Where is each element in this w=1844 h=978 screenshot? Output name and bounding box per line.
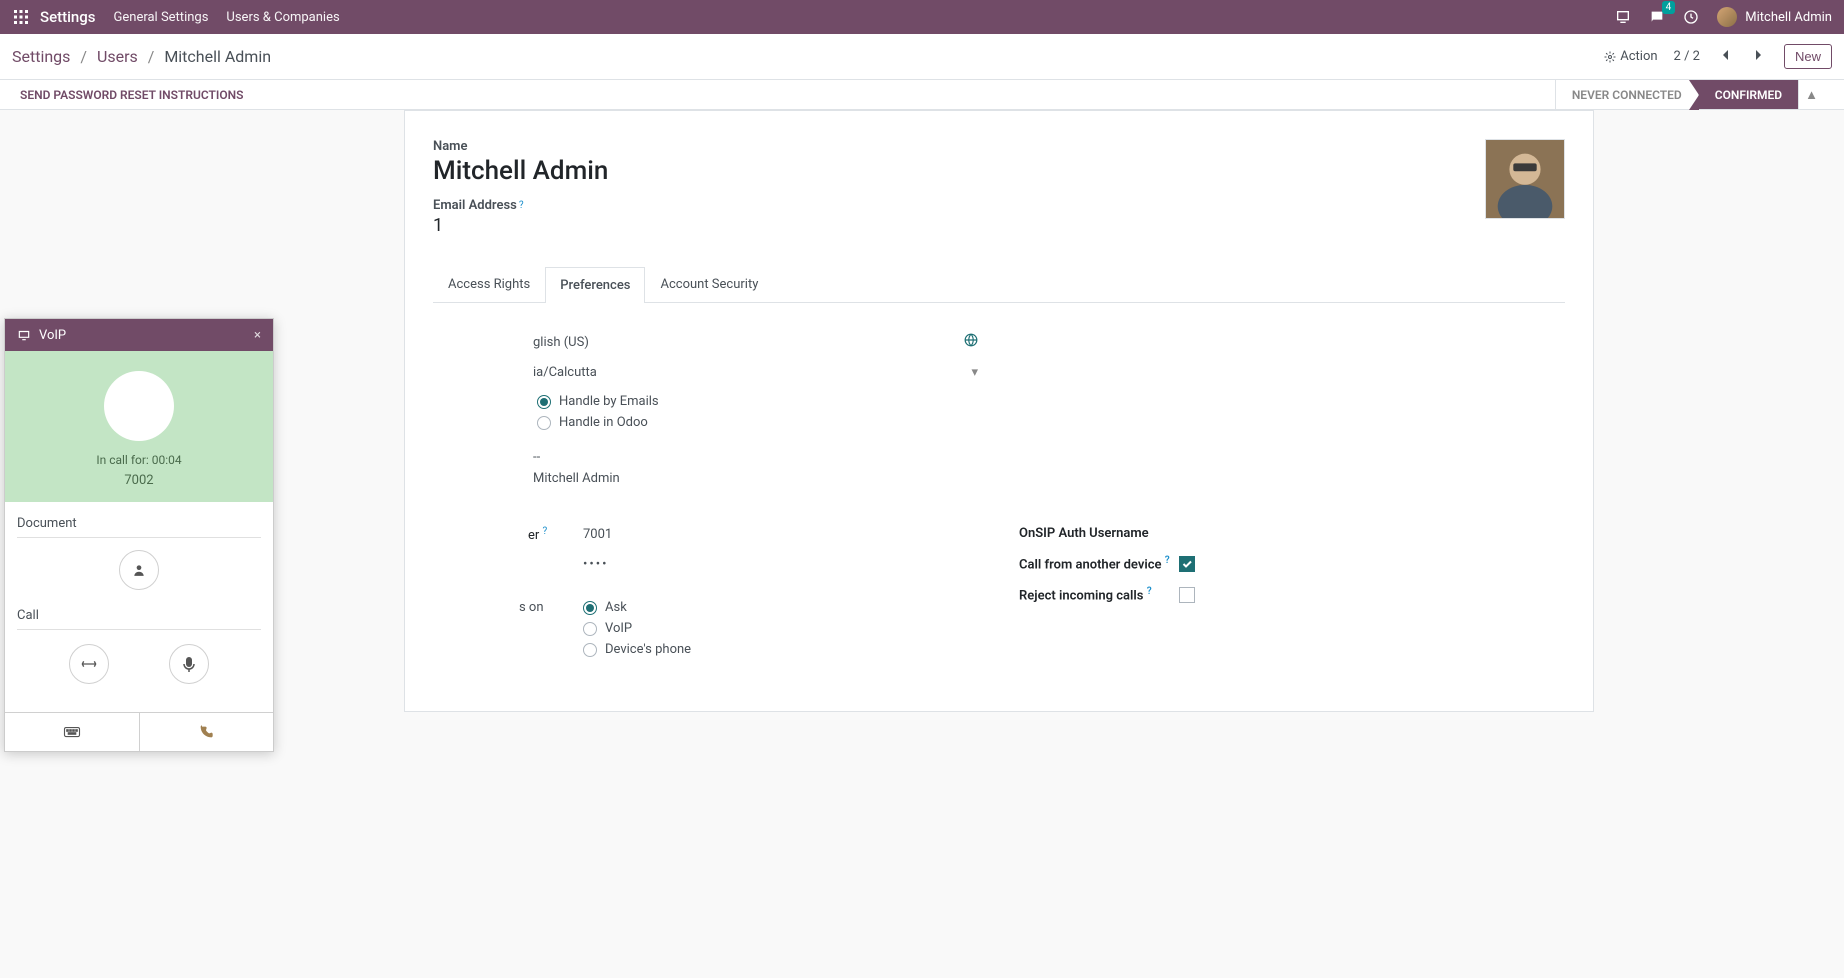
voip-contact-button[interactable] bbox=[119, 550, 159, 590]
radio-icon bbox=[583, 643, 597, 657]
new-button[interactable]: New bbox=[1784, 44, 1832, 69]
timezone-value[interactable]: ia/Calcutta bbox=[533, 365, 597, 380]
voip-nav-icon[interactable] bbox=[1615, 9, 1631, 25]
chevron-down-icon[interactable]: ▾ bbox=[971, 365, 978, 380]
dash-value[interactable]: -- bbox=[533, 450, 1565, 465]
user-avatar bbox=[1717, 7, 1737, 27]
other-device-label: Call from another device bbox=[1019, 557, 1162, 572]
voip-title: VoIP bbox=[39, 328, 66, 343]
other-device-checkbox[interactable] bbox=[1179, 556, 1195, 572]
voip-mute-button[interactable] bbox=[169, 644, 209, 684]
breadcrumb: Settings / Users / Mitchell Admin bbox=[12, 47, 271, 66]
voip-avatar bbox=[104, 371, 174, 441]
voip-header[interactable]: VoIP × bbox=[5, 319, 273, 351]
breadcrumb-users[interactable]: Users bbox=[97, 47, 138, 66]
name-label: Name bbox=[433, 139, 1565, 154]
signature-value[interactable]: Mitchell Admin bbox=[533, 471, 1565, 486]
help-icon[interactable]: ? bbox=[1165, 555, 1170, 566]
voip-call-status: In call for: 00:04 bbox=[5, 453, 273, 467]
voip-username-value[interactable]: 7001 bbox=[583, 527, 612, 542]
name-value[interactable]: Mitchell Admin bbox=[433, 156, 1565, 186]
close-icon[interactable]: × bbox=[254, 328, 261, 343]
pager[interactable]: 2 / 2 bbox=[1674, 49, 1700, 64]
expand-icon[interactable]: ▲ bbox=[1798, 80, 1824, 109]
apps-icon[interactable] bbox=[12, 8, 30, 26]
pager-prev-icon[interactable] bbox=[1716, 47, 1734, 67]
messages-icon[interactable]: 4 bbox=[1649, 9, 1665, 25]
tab-access-rights[interactable]: Access Rights bbox=[433, 266, 545, 302]
action-button[interactable]: Action bbox=[1604, 49, 1657, 64]
activity-icon[interactable] bbox=[1683, 9, 1699, 25]
email-label: Email Address bbox=[433, 198, 517, 213]
onsip-label: OnSIP Auth Username bbox=[1019, 526, 1149, 541]
voip-phone-button[interactable] bbox=[140, 713, 274, 751]
globe-icon[interactable] bbox=[964, 333, 978, 351]
voip-call-label: Call bbox=[17, 608, 261, 630]
breadcrumb-current: Mitchell Admin bbox=[164, 47, 271, 66]
tab-account-security[interactable]: Account Security bbox=[645, 266, 773, 302]
app-title[interactable]: Settings bbox=[40, 8, 96, 26]
radio-handle-emails[interactable]: Handle by Emails bbox=[537, 394, 1565, 409]
son-label: s on bbox=[519, 600, 544, 615]
reject-checkbox[interactable] bbox=[1179, 587, 1195, 603]
voip-call-number: 7002 bbox=[5, 473, 273, 488]
radio-handle-odoo[interactable]: Handle in Odoo bbox=[537, 415, 1565, 430]
menu-general-settings[interactable]: General Settings bbox=[114, 10, 209, 25]
breadcrumb-settings[interactable]: Settings bbox=[12, 47, 70, 66]
radio-voip[interactable]: VoIP bbox=[583, 621, 691, 636]
help-icon[interactable]: ? bbox=[543, 526, 548, 537]
pager-next-icon[interactable] bbox=[1750, 47, 1768, 67]
er-label: er bbox=[528, 528, 539, 543]
language-value[interactable]: glish (US) bbox=[533, 335, 589, 350]
radio-ask[interactable]: Ask bbox=[583, 600, 691, 615]
send-password-reset-button[interactable]: SEND PASSWORD RESET INSTRUCTIONS bbox=[20, 88, 243, 102]
voip-keypad-button[interactable] bbox=[5, 713, 140, 751]
reject-label: Reject incoming calls bbox=[1019, 589, 1143, 604]
radio-icon bbox=[537, 395, 551, 409]
help-icon[interactable]: ? bbox=[519, 200, 524, 211]
radio-icon bbox=[583, 601, 597, 615]
voip-transfer-button[interactable] bbox=[69, 644, 109, 684]
radio-icon bbox=[583, 622, 597, 636]
radio-icon bbox=[537, 416, 551, 430]
user-photo[interactable] bbox=[1485, 139, 1565, 219]
help-icon[interactable]: ? bbox=[1147, 586, 1152, 597]
voip-popup: VoIP × In call for: 00:04 7002 Document … bbox=[4, 318, 274, 752]
status-never-connected[interactable]: NEVER CONNECTED bbox=[1555, 80, 1698, 109]
email-value[interactable]: 1 bbox=[433, 215, 1565, 236]
user-menu[interactable]: Mitchell Admin bbox=[1717, 7, 1832, 27]
radio-device-phone[interactable]: Device's phone bbox=[583, 642, 691, 657]
status-confirmed[interactable]: CONFIRMED bbox=[1698, 80, 1798, 109]
user-name: Mitchell Admin bbox=[1745, 10, 1832, 25]
voip-doc-label: Document bbox=[17, 516, 261, 538]
menu-users-companies[interactable]: Users & Companies bbox=[226, 10, 339, 25]
tab-preferences[interactable]: Preferences bbox=[545, 267, 645, 303]
voip-secret-value[interactable]: •••• bbox=[583, 557, 609, 572]
messages-badge: 4 bbox=[1662, 1, 1676, 14]
